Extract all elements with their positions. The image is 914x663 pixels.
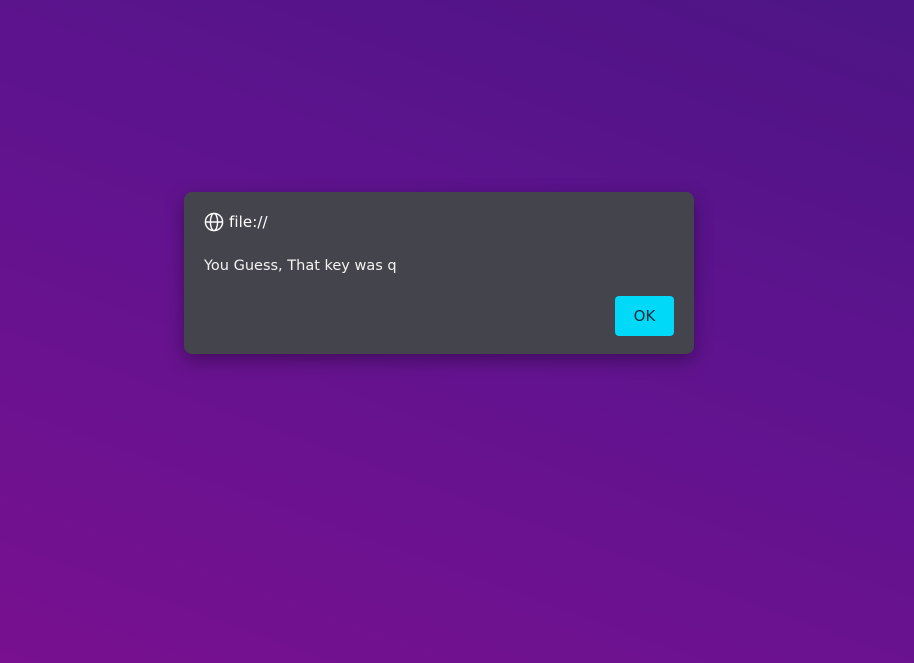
dialog-message: You Guess, That key was q [204, 258, 397, 274]
dialog-header: file:// [204, 212, 268, 232]
alert-dialog: file:// You Guess, That key was q OK [184, 192, 694, 354]
globe-icon [204, 212, 224, 232]
ok-button[interactable]: OK [615, 296, 674, 336]
dialog-origin: file:// [229, 213, 268, 231]
